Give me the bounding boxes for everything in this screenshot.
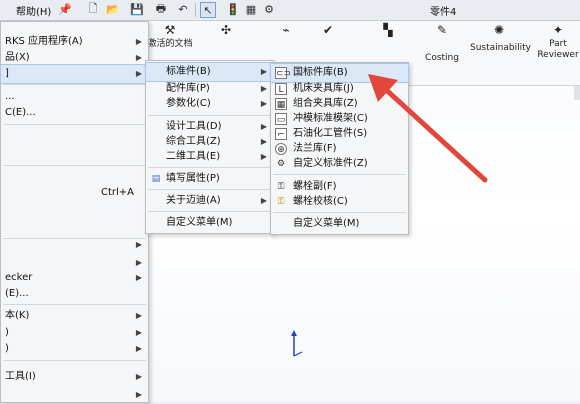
tool-icon: ✣ xyxy=(220,23,232,37)
menu-separator xyxy=(148,211,271,212)
select-arrow-icon[interactable]: ↖ xyxy=(200,2,216,18)
menu-separator xyxy=(273,212,406,213)
tool-icon: ⌁ xyxy=(282,23,290,37)
menu-item-tools-i[interactable]: 工具(I) ▶ xyxy=(1,368,148,386)
submenu-item-about-maidi[interactable]: 关于迈迪(A) ▶ xyxy=(146,192,273,210)
print-icon[interactable]: 🖶 xyxy=(154,2,168,16)
ribbon-tool-2[interactable]: ⌁ xyxy=(276,23,296,39)
sustainability-button[interactable]: ✺ Sustainability xyxy=(470,23,531,54)
menu-item-e[interactable]: (E)... xyxy=(1,285,148,303)
menu-separator xyxy=(3,304,146,305)
sustainability-icon: ✺ xyxy=(493,23,505,37)
menu-item-paren-2[interactable]: ) ▶ xyxy=(1,340,148,358)
menu-item-select-all[interactable]: Ctrl+A xyxy=(1,184,148,202)
menu-help[interactable]: 帮助(H) xyxy=(16,3,51,18)
menu-separator xyxy=(3,165,146,166)
menu-item-maidi-tools[interactable]: ] ▶ xyxy=(0,64,149,84)
submenu-item-standard-parts[interactable]: 标准件(B) ▶ xyxy=(145,62,274,82)
tools-dropdown-menu: RKS 应用程序(A) ▶ 品(X) ▶ ] ▶ ... C(E)... Ctrl+A… xyxy=(0,21,149,403)
new-document-icon[interactable]: 🗋 xyxy=(86,2,100,16)
menu-item-ce[interactable]: C(E)... xyxy=(1,104,148,122)
menu-separator xyxy=(3,360,146,361)
submenu-item-2d-tools[interactable]: 二维工具(E) ▶ xyxy=(146,148,273,166)
color-blocks-icon: ▚ xyxy=(383,23,393,37)
std-item-custom-menu[interactable]: 自定义菜单(M) xyxy=(271,215,408,233)
menu-separator xyxy=(148,189,271,190)
activate-doc-icon: ⚒ xyxy=(164,23,176,37)
document-title: 零件4 xyxy=(430,7,457,18)
menu-separator xyxy=(3,84,146,85)
custom-part-icon: ⚙ xyxy=(276,159,286,169)
options-gear-icon[interactable]: ⚙ xyxy=(262,2,276,16)
submenu-item-parametric[interactable]: 参数化(C) ▶ xyxy=(146,95,273,113)
ribbon-tool-4[interactable]: ▚ xyxy=(378,23,398,39)
menu-separator xyxy=(3,124,146,125)
fixture-icon: L xyxy=(275,83,287,95)
submenu-item-custom-menu[interactable]: 自定义菜单(M) xyxy=(146,214,273,232)
costing-button[interactable]: ✎ Costing xyxy=(418,23,466,64)
maidi-submenu: 标准件(B) ▶ 配件库(P) ▶ 参数化(C) ▶ 设计工具(D) ▶ 综合工具(Z)… xyxy=(145,60,274,234)
bolt-icon: ⊂⊃ xyxy=(275,67,292,79)
combo-fixture-icon: ▦ xyxy=(275,98,287,110)
toolbar-separator xyxy=(195,3,196,17)
part-reviewer-button[interactable]: ✦ Part Reviewer xyxy=(536,23,580,61)
menu-separator xyxy=(148,167,271,168)
undo-icon[interactable]: ↶ xyxy=(176,2,190,16)
menu-item-blank-1[interactable]: ▶ xyxy=(1,236,148,254)
bolt-check-icon: ⚿ xyxy=(277,197,285,207)
open-icon[interactable]: 📂 xyxy=(106,2,120,16)
ribbon-tool-1[interactable]: ✣ xyxy=(216,23,236,39)
submenu-item-fill-properties[interactable]: ▤ 填写属性(P) xyxy=(146,170,273,188)
scroll-edge xyxy=(574,86,580,100)
die-frame-icon: ▭ xyxy=(275,113,287,125)
activate-doc-button[interactable]: ⚒ 激活的文档 xyxy=(146,23,194,50)
rebuild-traffic-light-icon[interactable]: 🚦 xyxy=(226,2,240,16)
std-item-bolt-check[interactable]: ⚿ 螺栓校核(C) xyxy=(271,193,408,211)
bolt-pair-icon: ⚿ xyxy=(277,182,285,192)
fill-properties-icon: ▤ xyxy=(151,174,161,184)
annotation-red-arrow xyxy=(368,74,488,183)
menu-separator xyxy=(148,115,271,116)
save-icon[interactable]: 💾 xyxy=(130,2,144,16)
pipe-icon: ⌐ xyxy=(275,128,287,140)
pin-icon[interactable]: 📌 xyxy=(58,2,72,16)
costing-icon: ✎ xyxy=(436,23,448,37)
ribbon-tool-3[interactable]: ✔ xyxy=(318,23,338,39)
coordinate-triad-icon xyxy=(291,330,303,357)
check-icon: ✔ xyxy=(322,23,334,37)
flange-icon: ⊕ xyxy=(275,143,287,155)
file-properties-icon[interactable]: ▦ xyxy=(244,2,258,16)
part-reviewer-icon: ✦ xyxy=(552,23,564,37)
menu-item-k[interactable]: 本(K) ▶ xyxy=(1,307,148,325)
menubar: 帮助(H) 📌 🗋 📂 💾 🖶 ↶ ↖ 🚦 ▦ ⚙ 零件4 xyxy=(0,0,580,21)
menu-item-blank-3[interactable]: ▶ xyxy=(1,386,148,404)
